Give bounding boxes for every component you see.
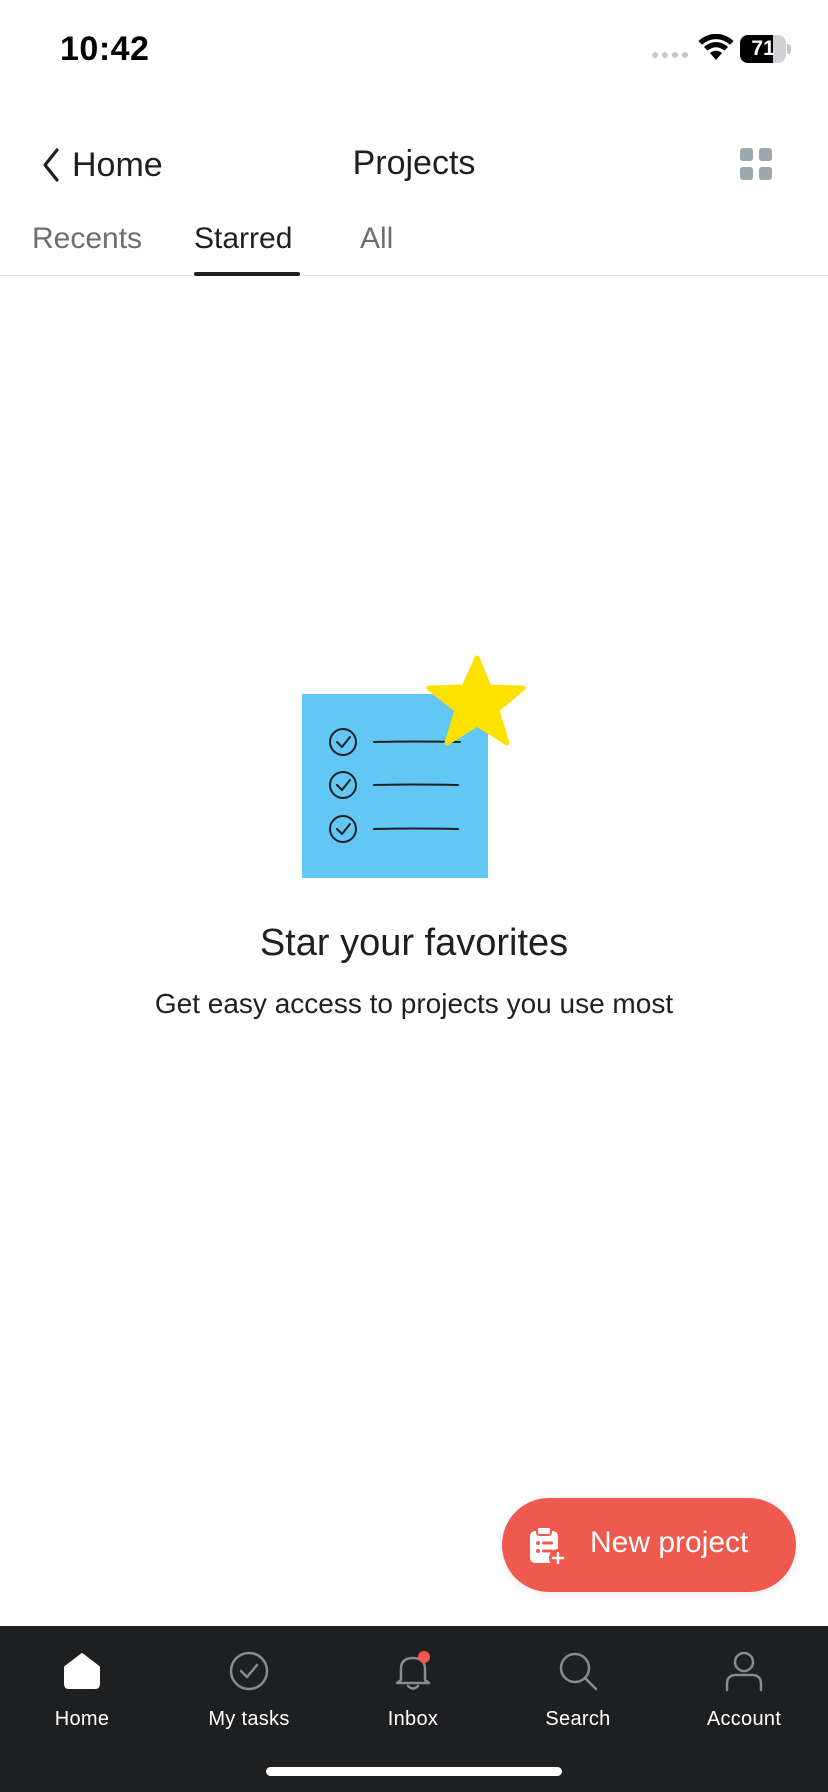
active-tab-indicator: [194, 272, 300, 276]
status-bar: 10:42 71: [0, 0, 828, 100]
status-time: 10:42: [60, 30, 150, 68]
tabbar-label: Search: [545, 1708, 611, 1730]
checklist-star-illustration: [302, 655, 526, 878]
clipboard-add-icon: [530, 1526, 567, 1567]
tabbar-item-my-tasks[interactable]: My tasks: [179, 1640, 319, 1740]
tab-recents[interactable]: Recents: [32, 222, 142, 256]
back-button-label: Home: [72, 145, 163, 184]
battery-level: 71: [751, 37, 775, 60]
project-tabs: Recents Starred All: [0, 210, 828, 276]
empty-state-title: Star your favorites: [259, 922, 569, 964]
tab-all[interactable]: All: [360, 222, 393, 256]
home-icon: [64, 1653, 100, 1689]
home-indicator[interactable]: [266, 1767, 562, 1776]
tabbar-label: Account: [706, 1708, 782, 1730]
cellular-signal-icon: [652, 52, 688, 58]
notification-dot: [418, 1651, 430, 1663]
tab-starred[interactable]: Starred: [194, 222, 292, 256]
tabbar-item-search[interactable]: Search: [508, 1640, 648, 1740]
search-icon: [559, 1652, 598, 1691]
tabbar-label: My tasks: [208, 1708, 290, 1730]
new-project-label: New project: [590, 1526, 749, 1559]
empty-state-subtitle: Get easy access to projects you use most: [154, 988, 674, 1019]
bottom-tab-bar: Home My tasks Inbox Search Account: [0, 1626, 828, 1792]
new-project-button[interactable]: New project: [502, 1498, 796, 1592]
tabbar-label: Home: [54, 1708, 110, 1730]
nav-header: Home Projects: [0, 130, 828, 200]
tabbar-item-account[interactable]: Account: [674, 1640, 814, 1740]
back-button[interactable]: Home: [40, 142, 163, 188]
battery-icon: 71: [740, 35, 791, 63]
grid-icon[interactable]: [736, 144, 776, 184]
account-icon: [725, 1651, 763, 1692]
check-circle-icon: [229, 1651, 269, 1691]
chevron-left-icon: [43, 148, 59, 182]
wifi-icon: [698, 34, 734, 60]
tabbar-item-inbox[interactable]: Inbox: [343, 1640, 483, 1740]
bell-icon: [395, 1651, 431, 1690]
tabbar-label: Inbox: [387, 1708, 439, 1730]
tabbar-item-home[interactable]: Home: [12, 1640, 152, 1740]
